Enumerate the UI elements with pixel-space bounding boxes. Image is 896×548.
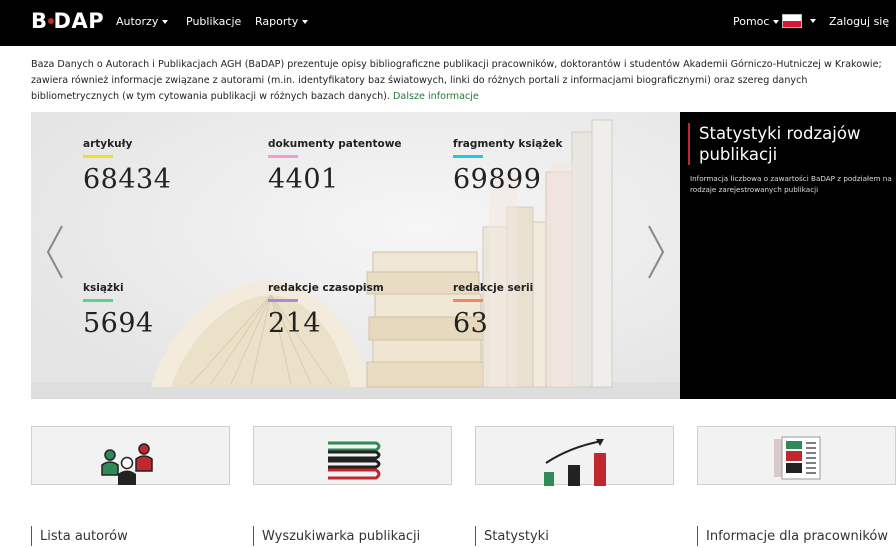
tile-label-statistics[interactable]: Statystyki — [475, 526, 549, 546]
stats-info-panel: Statystyki rodzajów publikacji Informacj… — [680, 112, 896, 399]
stat-value: 4401 — [268, 164, 339, 195]
panel-title: Statystyki rodzajów publikacji — [688, 123, 888, 165]
stats-carousel: artykuły 68434 dokumenty patentowe 4401 … — [31, 112, 680, 399]
stat-books[interactable]: książki 5694 — [83, 282, 154, 339]
stat-label: książki — [83, 282, 124, 294]
more-info-link[interactable]: Dalsze informacje — [393, 91, 479, 102]
chevron-left-icon — [46, 225, 63, 279]
carousel-prev-button[interactable] — [44, 224, 66, 280]
intro-text: Baza Danych o Autorach i Publikacjach AG… — [31, 59, 882, 102]
stat-journal-editions[interactable]: redakcje czasopism 214 — [268, 282, 384, 339]
stat-value: 63 — [453, 308, 489, 339]
authors-icon — [101, 443, 153, 485]
stat-value: 5694 — [83, 308, 154, 339]
stats-chart-icon — [544, 439, 606, 486]
carousel-next-button[interactable] — [645, 224, 667, 280]
panel-description: Informacja liczbowa o zawartości BaDAP z… — [690, 174, 892, 194]
login-link[interactable]: Zaloguj się — [829, 15, 889, 28]
stat-articles[interactable]: artykuły 68434 — [83, 138, 171, 195]
stat-color-bar — [453, 155, 483, 158]
nav-menu-autorzy[interactable]: Autorzy — [116, 15, 169, 28]
nav-help[interactable]: Pomoc — [733, 15, 780, 28]
stat-label: artykuły — [83, 138, 133, 150]
stat-value: 214 — [268, 308, 322, 339]
stat-color-bar — [453, 299, 483, 302]
stat-color-bar — [268, 155, 298, 158]
tile-label-staff-info[interactable]: Informacje dla pracowników — [697, 526, 888, 546]
nav-menu-publikacje[interactable]: Publikacje — [186, 15, 241, 28]
tile-authors[interactable] — [31, 426, 230, 485]
stat-color-bar — [268, 299, 298, 302]
top-navbar: B DAP Autorzy Publikacje Raporty Pomoc Za… — [0, 0, 896, 46]
chevron-down-icon — [302, 20, 309, 24]
newspaper-icon — [774, 436, 821, 480]
stat-label: dokumenty patentowe — [268, 138, 402, 150]
stat-value: 69899 — [453, 164, 542, 195]
stat-color-bar — [83, 299, 113, 302]
stat-patents[interactable]: dokumenty patentowe 4401 — [268, 138, 402, 195]
stat-value: 68434 — [83, 164, 172, 195]
tile-label-authors[interactable]: Lista autorów — [31, 526, 128, 546]
chevron-down-icon — [773, 20, 780, 24]
books-icon — [328, 441, 381, 480]
chevron-right-icon — [648, 225, 665, 279]
tile-label-publications[interactable]: Wyszukiwarka publikacji — [253, 526, 420, 546]
stat-label: fragmenty książek — [453, 138, 563, 150]
chevron-down-icon — [162, 20, 169, 24]
stat-color-bar — [83, 155, 113, 158]
brand-logo[interactable]: B DAP — [31, 9, 104, 33]
stat-label: redakcje serii — [453, 282, 534, 294]
language-chevron-icon[interactable] — [810, 19, 816, 23]
tile-publications[interactable] — [253, 426, 452, 485]
stat-series-editions[interactable]: redakcje serii 63 — [453, 282, 533, 339]
tile-statistics[interactable] — [475, 426, 674, 486]
tile-staff-info[interactable] — [697, 426, 896, 485]
stat-book-chapters[interactable]: fragmenty książek 69899 — [453, 138, 563, 195]
language-flag-icon[interactable] — [782, 14, 802, 28]
nav-menu-raporty[interactable]: Raporty — [255, 15, 309, 28]
stat-label: redakcje czasopism — [268, 282, 384, 294]
